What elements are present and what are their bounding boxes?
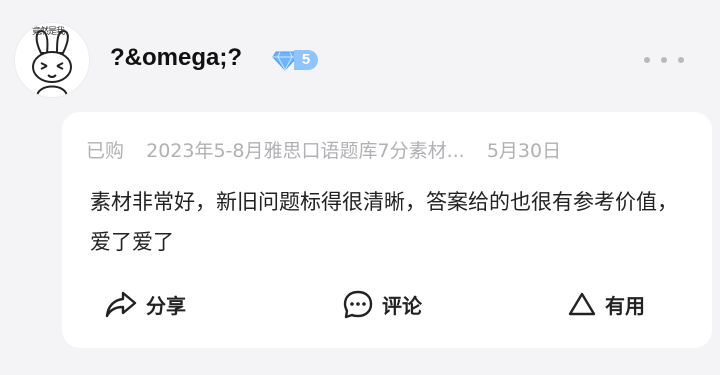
more-dot-icon: [661, 57, 667, 63]
purchase-prefix: 已购: [86, 140, 125, 162]
avatar-caption: 竟然是我: [32, 27, 65, 37]
comment-label: 评论: [382, 293, 422, 318]
purchase-info[interactable]: 已购 2023年5-8月雅思口语题库7分素材... 5月30日: [86, 136, 561, 163]
share-button[interactable]: 分享: [104, 284, 186, 324]
useful-button[interactable]: 有用: [567, 284, 645, 324]
review-card: 已购 2023年5-8月雅思口语题库7分素材... 5月30日 素材非常好，新旧…: [62, 112, 712, 348]
useful-label: 有用: [605, 293, 645, 318]
more-dot-icon: [678, 57, 684, 63]
product-title[interactable]: 2023年5-8月雅思口语题库7分素材...: [146, 140, 465, 162]
review-header: 竟然是我 ?&omega;? 5: [0, 0, 720, 110]
comment-button[interactable]: 评论: [342, 284, 422, 324]
vip-badge: 5: [272, 49, 320, 71]
review-text: 素材非常好，新旧问题标得很清晰，答案给的也很有参考价值，爱了爱了: [90, 190, 678, 254]
more-options-button[interactable]: [644, 50, 684, 70]
vip-level: 5: [294, 50, 318, 70]
username[interactable]: ?&omega;?: [110, 44, 242, 72]
review-actions: 分享 评论 有用: [62, 284, 712, 324]
triangle-thumb-icon: [568, 292, 596, 316]
share-icon: [105, 291, 137, 318]
review-date: 5月30日: [486, 140, 562, 162]
share-label: 分享: [146, 293, 186, 318]
more-dot-icon: [644, 57, 650, 63]
avatar[interactable]: 竟然是我: [14, 22, 90, 98]
comment-icon: [343, 290, 373, 319]
